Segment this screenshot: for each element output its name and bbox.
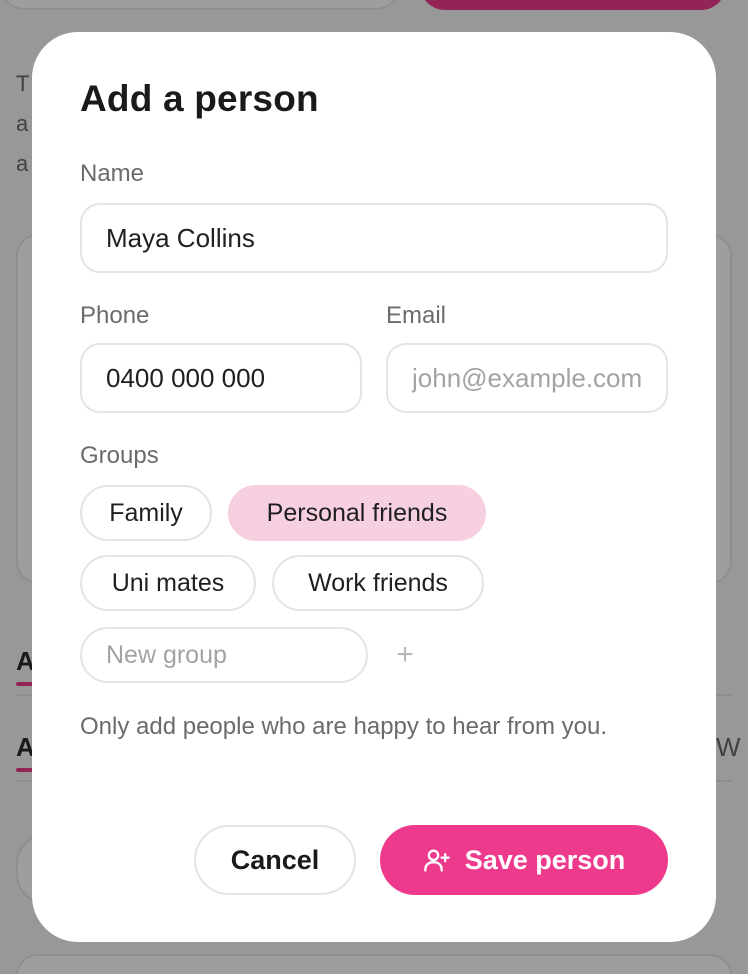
group-chip-label: Personal friends (266, 498, 448, 527)
groups-label: Groups (80, 442, 159, 469)
add-group-button[interactable]: + (390, 637, 420, 673)
save-person-button[interactable]: Save person (380, 825, 668, 895)
group-chip-label: Family (109, 498, 183, 527)
cancel-button-label: Cancel (230, 844, 320, 875)
new-group-input[interactable] (80, 627, 368, 683)
group-chip-label: Work friends (308, 568, 448, 597)
save-button-label: Save person (464, 844, 626, 875)
dialog-title: Add a person (80, 78, 319, 119)
group-chip-personal-friends[interactable]: Personal friends (228, 485, 486, 541)
group-chip-uni-mates[interactable]: Uni mates (80, 555, 256, 611)
group-chip-family[interactable]: Family (80, 485, 212, 541)
name-input[interactable] (80, 203, 668, 273)
name-label: Name (80, 160, 145, 187)
cancel-button[interactable]: Cancel (194, 825, 356, 895)
email-input[interactable] (386, 343, 668, 413)
plus-icon: + (396, 638, 414, 671)
add-person-dialog: Add a person Name Phone Email Groups Fam… (32, 32, 716, 942)
consent-note: Only add people who are happy to hear fr… (80, 713, 607, 740)
phone-input[interactable] (80, 343, 362, 413)
add-user-icon (423, 849, 450, 872)
group-chip-label: Uni mates (111, 568, 225, 597)
email-label: Email (386, 302, 447, 329)
phone-label: Phone (80, 302, 150, 329)
group-chip-work-friends[interactable]: Work friends (272, 555, 484, 611)
